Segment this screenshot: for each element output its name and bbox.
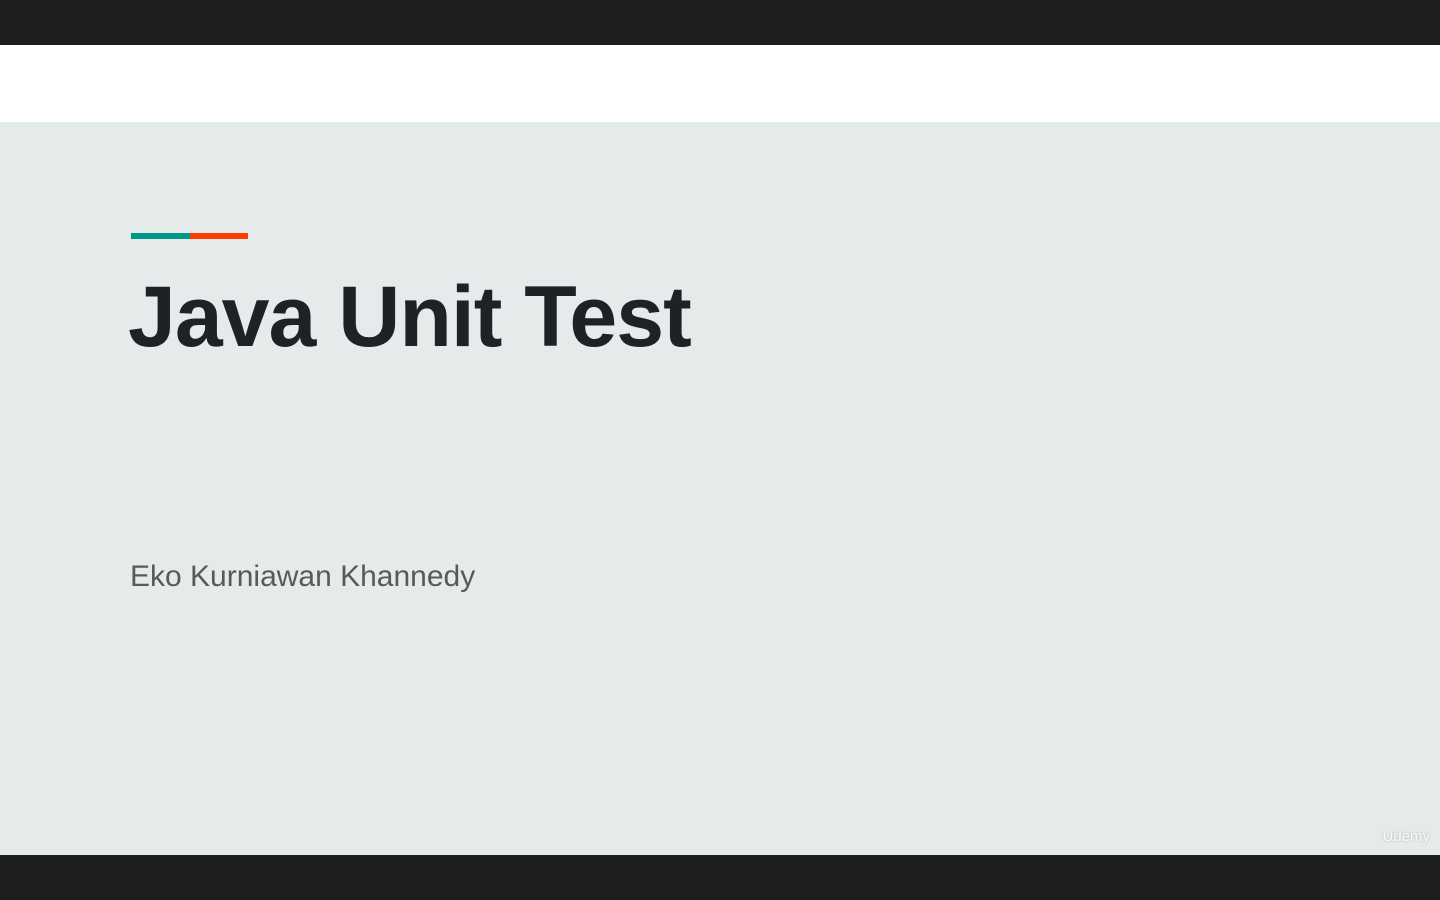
slide-canvas xyxy=(0,122,1440,855)
slide-title: Java Unit Test xyxy=(128,269,692,365)
top-letterbox-bar xyxy=(0,0,1440,45)
slide-header-band xyxy=(0,45,1440,122)
slide-author: Eko Kurniawan Khannedy xyxy=(130,560,476,593)
bottom-letterbox-bar xyxy=(0,855,1440,900)
udemy-watermark: Udemy xyxy=(1382,828,1430,845)
accent-bar xyxy=(131,233,248,239)
accent-bar-teal xyxy=(131,233,190,239)
accent-bar-orange xyxy=(190,233,248,239)
